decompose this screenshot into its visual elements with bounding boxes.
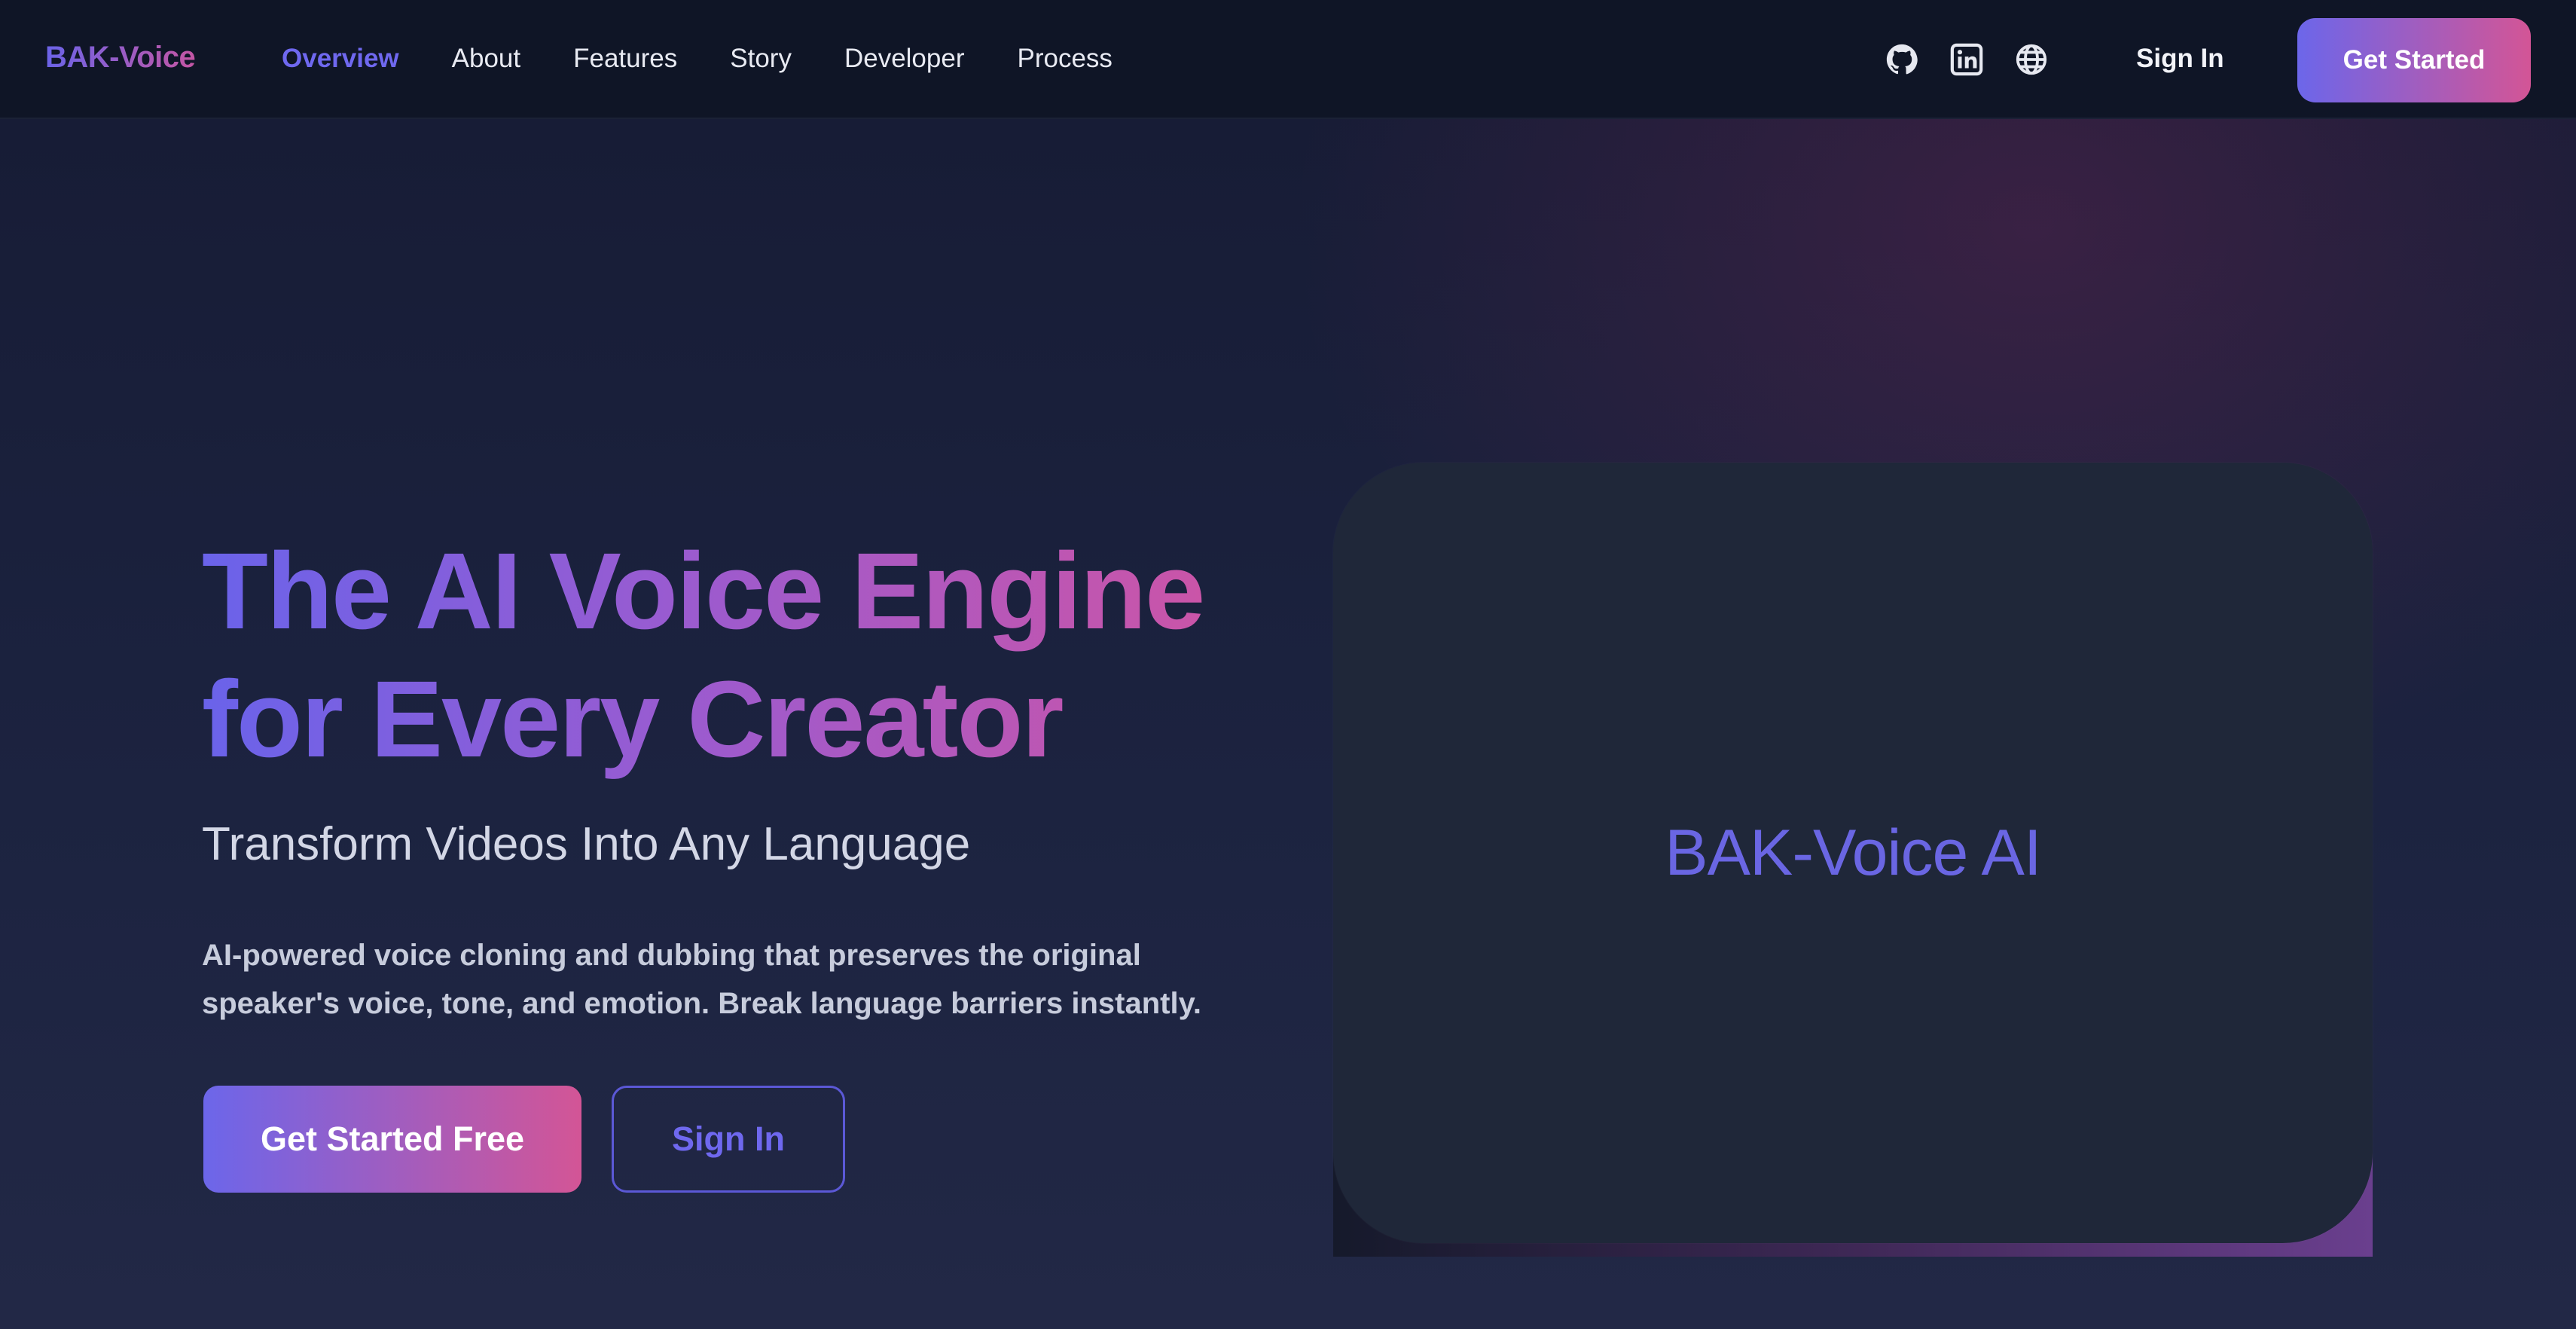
top-navbar: BAK-Voice Overview About Features Story … bbox=[0, 0, 2576, 119]
primary-nav: Overview About Features Story Developer … bbox=[282, 44, 1165, 74]
nav-sign-in-link[interactable]: Sign In bbox=[2136, 44, 2224, 74]
nav-link-features[interactable]: Features bbox=[573, 44, 677, 74]
github-icon[interactable] bbox=[1885, 42, 1919, 77]
nav-link-developer[interactable]: Developer bbox=[844, 44, 965, 74]
hero-description: AI-powered voice cloning and dubbing tha… bbox=[202, 939, 1201, 1020]
nav-link-process[interactable]: Process bbox=[1018, 44, 1113, 74]
hero-sign-in-button[interactable]: Sign In bbox=[612, 1086, 845, 1193]
hero-title-line-2: for Every Creator bbox=[202, 658, 1063, 780]
hero-title-line-1: The AI Voice Engine bbox=[202, 530, 1204, 652]
linkedin-icon[interactable] bbox=[1949, 42, 1984, 77]
media-card-label: BAK-Voice AI bbox=[1665, 816, 2042, 889]
landing-page: BAK-Voice Overview About Features Story … bbox=[0, 0, 2576, 1329]
hero-subtitle: Transform Videos Into Any Language bbox=[202, 818, 971, 870]
nav-get-started-button[interactable]: Get Started bbox=[2297, 18, 2531, 102]
nav-link-about[interactable]: About bbox=[452, 44, 520, 74]
social-icons bbox=[1885, 42, 2049, 77]
get-started-free-button[interactable]: Get Started Free bbox=[203, 1086, 581, 1193]
hero-title: The AI Voice Engine for Every Creator bbox=[202, 527, 1256, 784]
nav-link-story[interactable]: Story bbox=[730, 44, 792, 74]
globe-icon[interactable] bbox=[2014, 42, 2049, 77]
nav-link-overview[interactable]: Overview bbox=[282, 44, 399, 74]
media-card: BAK-Voice AI bbox=[1333, 463, 2373, 1243]
brand-logo[interactable]: BAK-Voice bbox=[45, 41, 196, 75]
